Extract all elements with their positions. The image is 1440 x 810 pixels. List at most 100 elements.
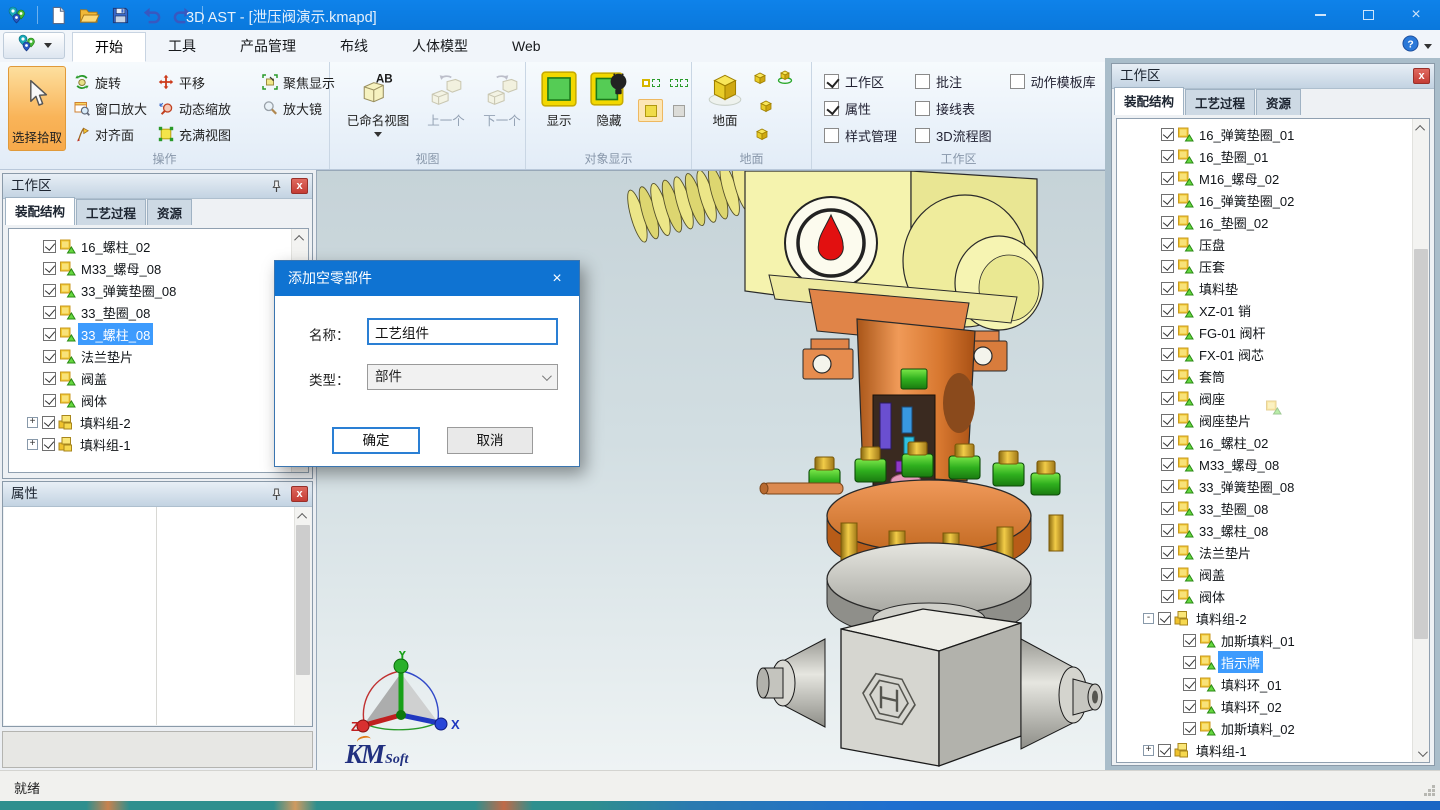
- tab-Web[interactable]: Web: [490, 32, 563, 62]
- ribbon-button-hide[interactable]: 隐藏: [584, 66, 634, 129]
- tree-item[interactable]: 阀体: [1117, 585, 1429, 607]
- tree-item-checkbox[interactable]: [1161, 568, 1174, 581]
- expander-icon[interactable]: -: [1143, 613, 1154, 624]
- select-pick-button[interactable]: 选择拾取: [8, 66, 66, 151]
- tree-item-checkbox[interactable]: [1161, 216, 1174, 229]
- tree-item[interactable]: 加斯填料_01: [1117, 629, 1429, 651]
- ribbon-button-align-face[interactable]: 对齐面: [72, 123, 156, 146]
- tree-item-checkbox[interactable]: [1161, 282, 1174, 295]
- tree-item-checkbox[interactable]: [1161, 414, 1174, 427]
- tree-item-checkbox[interactable]: [1161, 546, 1174, 559]
- tab-开始[interactable]: 开始: [72, 32, 146, 62]
- tree-item-checkbox[interactable]: [1161, 590, 1174, 603]
- tree-item-checkbox[interactable]: [1183, 678, 1196, 691]
- tab-工艺过程[interactable]: 工艺过程: [76, 199, 146, 225]
- tree-item-checkbox[interactable]: [43, 240, 56, 253]
- tree-item[interactable]: 阀体: [9, 389, 308, 411]
- tab-资源[interactable]: 资源: [1256, 89, 1301, 115]
- ribbon-button-window-zoom[interactable]: 窗口放大: [72, 97, 156, 120]
- ribbon-button-dynamic-zoom[interactable]: 动态缩放: [156, 97, 260, 120]
- scroll-thumb[interactable]: [1414, 249, 1428, 639]
- tree-item-checkbox[interactable]: [1161, 370, 1174, 383]
- tree-item-checkbox[interactable]: [1161, 150, 1174, 163]
- tree-item-checkbox[interactable]: [1161, 348, 1174, 361]
- tree-item[interactable]: M33_螺母_08: [1117, 453, 1429, 475]
- dialog-title-bar[interactable]: 添加空零部件 ×: [275, 261, 579, 296]
- close-button[interactable]: ×: [1392, 0, 1440, 30]
- tree-item-checkbox[interactable]: [1161, 260, 1174, 273]
- toggle-动作模板库[interactable]: 动作模板库: [1010, 72, 1096, 91]
- tree-item[interactable]: 33_弹簧垫圈_08: [1117, 475, 1429, 497]
- tree-item[interactable]: 16_弹簧垫圈_02: [1117, 189, 1429, 211]
- tree-item-checkbox[interactable]: [1161, 436, 1174, 449]
- toggle-接线表[interactable]: 接线表: [915, 99, 992, 118]
- tab-装配结构[interactable]: 装配结构: [1114, 87, 1184, 115]
- tree-item-checkbox[interactable]: [1161, 480, 1174, 493]
- tree-item-checkbox[interactable]: [1183, 722, 1196, 735]
- ribbon-button-fit-view[interactable]: 充满视图: [156, 123, 260, 146]
- qat-undo-button[interactable]: [138, 3, 164, 27]
- scroll-thumb[interactable]: [296, 525, 310, 675]
- tree-item[interactable]: 压套: [1117, 255, 1429, 277]
- dialog-close-button[interactable]: ×: [535, 261, 579, 296]
- scroll-up-button[interactable]: [1413, 120, 1429, 136]
- resize-grip[interactable]: [1423, 784, 1436, 797]
- ribbon-button-display-mode-c[interactable]: [638, 99, 663, 122]
- type-select[interactable]: 部件: [367, 364, 558, 390]
- tree-item-checkbox[interactable]: [1161, 326, 1174, 339]
- tree-item-checkbox[interactable]: [43, 262, 56, 275]
- toggle-属性[interactable]: 属性: [824, 99, 897, 118]
- app-menu-button[interactable]: [3, 32, 65, 59]
- ribbon-button-next-view[interactable]: 下一个: [474, 66, 530, 129]
- scroll-up-button[interactable]: [295, 508, 311, 524]
- tree-item-checkbox[interactable]: [1161, 524, 1174, 537]
- ribbon-button-pan[interactable]: 平移: [156, 71, 260, 94]
- tree-item-checkbox[interactable]: [1161, 304, 1174, 317]
- ribbon-button-named-view[interactable]: AB已命名视图: [338, 66, 418, 141]
- tree-item-checkbox[interactable]: [1161, 502, 1174, 515]
- tree-item[interactable]: 33_螺柱_08: [9, 323, 308, 345]
- tree-item-checkbox[interactable]: [1161, 392, 1174, 405]
- tree-item[interactable]: +填料组-1: [9, 433, 308, 455]
- tree-item-checkbox[interactable]: [43, 394, 56, 407]
- ribbon-button-display-mode-a[interactable]: [638, 71, 663, 94]
- expander-icon[interactable]: +: [27, 439, 38, 450]
- tree-item[interactable]: -填料组-2: [1117, 607, 1429, 629]
- toggle-工作区[interactable]: 工作区: [824, 72, 897, 91]
- tree-item[interactable]: FG-01 阀杆: [1117, 321, 1429, 343]
- qat-new-document-button[interactable]: [45, 3, 71, 27]
- tree-item-checkbox[interactable]: [1158, 744, 1171, 757]
- tree-item[interactable]: 33_弹簧垫圈_08: [9, 279, 308, 301]
- toggle-3D流程图[interactable]: 3D流程图: [915, 126, 992, 145]
- tree-item[interactable]: 法兰垫片: [9, 345, 308, 367]
- tree-item-checkbox[interactable]: [1161, 128, 1174, 141]
- tree-item[interactable]: 填料环_01: [1117, 673, 1429, 695]
- ribbon-button-ground-small-ring-2[interactable]: [777, 68, 793, 89]
- ribbon-button-prev-view[interactable]: 上一个: [418, 66, 474, 129]
- tab-装配结构[interactable]: 装配结构: [5, 197, 75, 225]
- tree-item-checkbox[interactable]: [43, 306, 56, 319]
- panel-close-button[interactable]: x: [291, 178, 308, 194]
- tree-item[interactable]: +填料组-1: [1117, 739, 1429, 761]
- ribbon-button-ground-small-4[interactable]: [754, 126, 770, 147]
- tree-item[interactable]: 阀盖: [9, 367, 308, 389]
- pin-button[interactable]: [268, 178, 284, 194]
- scrollbar-vertical[interactable]: [1412, 119, 1429, 762]
- tree-item[interactable]: 压盘: [1117, 233, 1429, 255]
- tree-item[interactable]: FX-01 阀芯: [1117, 343, 1429, 365]
- tree-item[interactable]: 16_垫圈_02: [1117, 211, 1429, 233]
- tree-item[interactable]: 加斯填料_02: [1117, 717, 1429, 739]
- ok-button[interactable]: 确定: [332, 427, 420, 454]
- tree-item[interactable]: 填料环_02: [1117, 695, 1429, 717]
- help-button[interactable]: ?: [1402, 35, 1419, 57]
- tab-工具[interactable]: 工具: [146, 32, 218, 62]
- tree-item[interactable]: 33_螺柱_08: [1117, 519, 1429, 541]
- tree-item[interactable]: XZ-01 销: [1117, 299, 1429, 321]
- tree-item[interactable]: M16_螺母_02: [1117, 167, 1429, 189]
- expander-icon[interactable]: +: [1143, 745, 1154, 756]
- tree-item[interactable]: 16_螺柱_02: [1117, 431, 1429, 453]
- toggle-样式管理[interactable]: 样式管理: [824, 126, 897, 145]
- tree-item-checkbox[interactable]: [43, 372, 56, 385]
- tree-item-checkbox[interactable]: [1183, 700, 1196, 713]
- toggle-批注[interactable]: 批注: [915, 72, 992, 91]
